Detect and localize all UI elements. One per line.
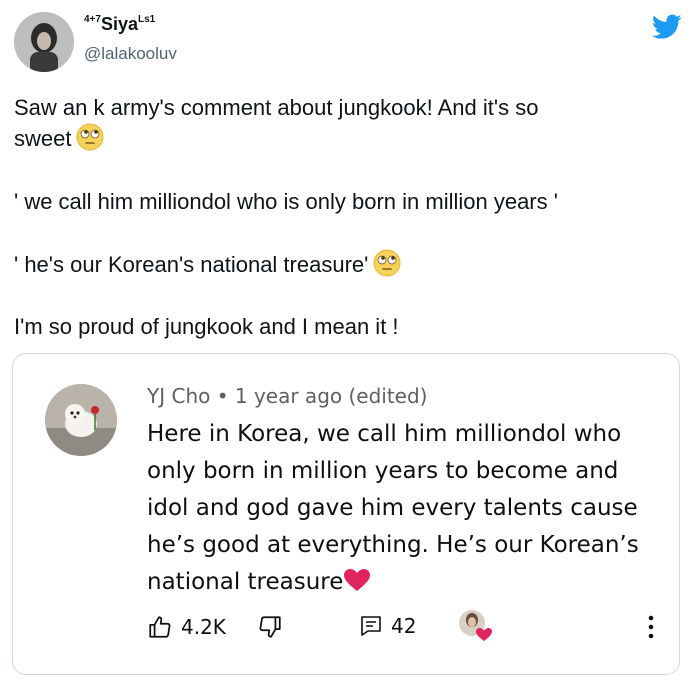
heart-badge-icon: [459, 610, 492, 641]
comment-line-4: he’s good at everything. He’s our Korean…: [147, 532, 639, 558]
comment-text: Here in Korea, we call him milliondol wh…: [147, 416, 667, 601]
more-options-button[interactable]: [647, 614, 655, 640]
thumbs-up-icon: [149, 616, 171, 638]
dislike-button[interactable]: [257, 614, 283, 640]
quoted-comment-card[interactable]: YJ Cho • 1 year ago (edited) Here in Kor…: [12, 353, 680, 675]
like-count: 4.2K: [181, 615, 226, 639]
tweet-card: 4+7SiyaLs1 @lalakooluv Saw an k army's c…: [0, 0, 700, 682]
comment-line-5-row: national treasure: [147, 564, 667, 601]
tweet-text-line-2-row: sweet: [14, 122, 105, 154]
comment-line-3: idol and god gave him every talents caus…: [147, 495, 638, 521]
comment-time[interactable]: 1 year ago (edited): [235, 384, 428, 408]
tweet-text-line-4-row: ' he's our Korean's national treasure': [14, 248, 402, 280]
author-handle[interactable]: @lalakooluv: [84, 44, 177, 64]
reply-count: 42: [391, 614, 417, 638]
like-button[interactable]: 4.2K: [147, 614, 226, 640]
creator-heart-badge: [457, 608, 493, 644]
twitter-bird-icon[interactable]: [652, 14, 682, 40]
tweet-text-line-5: I'm so proud of jungkook and I mean it !: [14, 314, 399, 339]
reply-icon: [361, 616, 381, 636]
tweet-text-line-2: sweet: [14, 126, 72, 151]
red-heart-emoji: [344, 569, 371, 591]
thumbs-down-icon: [259, 616, 281, 638]
reply-button[interactable]: 42: [359, 614, 416, 638]
author-avatar[interactable]: [14, 12, 74, 72]
author-name-prefix: 4+7: [84, 14, 101, 25]
author-name-suffix: Ls1: [138, 14, 156, 25]
more-vert-icon: [648, 615, 654, 639]
tweet-text-line-4: ' he's our Korean's national treasure': [14, 252, 369, 277]
tweet-text-line-3: ' we call him milliondol who is only bor…: [14, 189, 558, 214]
face-with-rolling-eyes-emoji: [373, 249, 401, 277]
commenter-name[interactable]: YJ Cho: [147, 384, 210, 408]
comment-line-1: Here in Korea, we call him milliondol wh…: [147, 421, 622, 447]
comment-meta: YJ Cho • 1 year ago (edited): [147, 384, 427, 408]
comment-line-5: national treasure: [147, 569, 344, 595]
comment-line-2: only born in million years to become and: [147, 458, 619, 484]
face-with-rolling-eyes-emoji: [76, 123, 104, 151]
author-name-row[interactable]: 4+7SiyaLs1: [84, 14, 155, 35]
commenter-avatar[interactable]: [45, 384, 117, 456]
author-name: Siya: [100, 14, 138, 34]
tweet-text-line-1: Saw an k army's comment about jungkook! …: [14, 95, 539, 120]
meta-separator: •: [216, 384, 229, 408]
